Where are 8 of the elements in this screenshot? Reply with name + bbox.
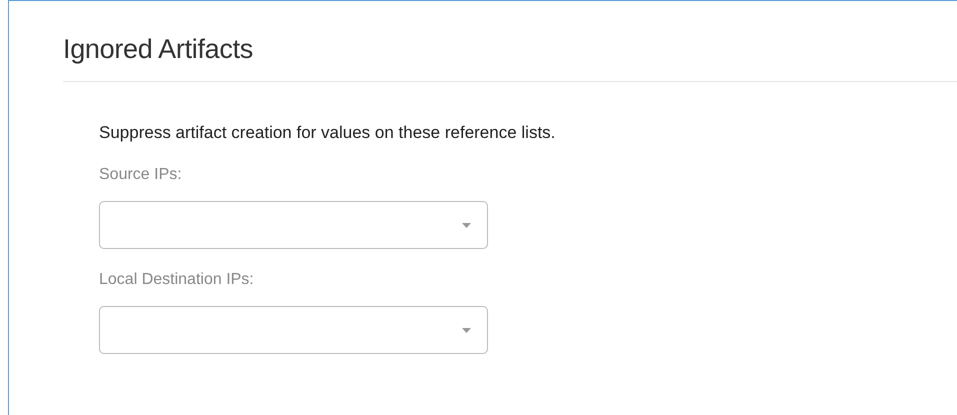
field-label: Local Destination IPs: (99, 270, 255, 290)
dropdown-field[interactable] (99, 306, 488, 354)
caret-icon (462, 328, 471, 332)
field-label: Source IPs: (99, 165, 183, 185)
dropdown-field[interactable] (99, 201, 488, 249)
caret-icon (462, 222, 471, 228)
description: Suppress artifact creation for values on these reference lists. (99, 122, 556, 144)
section-title: Ignored Artifacts (63, 33, 254, 66)
